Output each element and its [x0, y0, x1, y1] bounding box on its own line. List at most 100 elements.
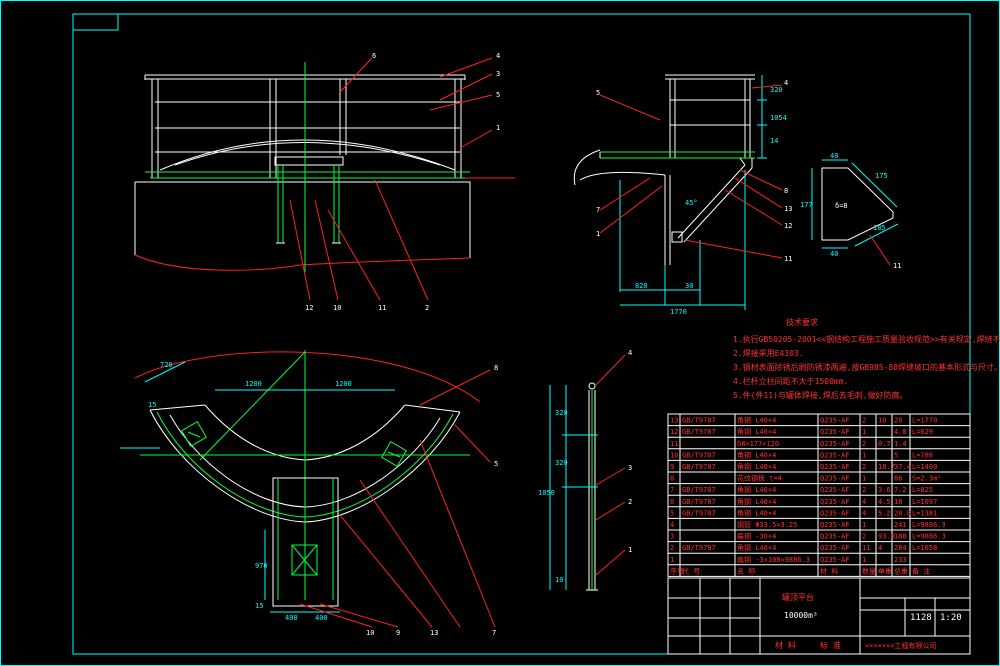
detail-balloon-11: 11 [893, 262, 901, 270]
title-footer-material: 材 料 [775, 640, 796, 650]
bom-cell: 20 [894, 417, 902, 425]
bom-cell: 角钢 L40×4 [737, 508, 776, 517]
bom-row: 12 GB/T9787 角钢 L40×4 Q235-AF 1 4.8 L=629 [670, 427, 933, 436]
detail-dim-175: 175 [875, 172, 888, 180]
bom-cell: 2 [670, 544, 674, 552]
plan-balloon-7: 7 [492, 629, 496, 637]
side-dim-30: 30 [685, 282, 693, 290]
front-balloon-11: 11 [378, 304, 386, 312]
plan-balloon-8: 8 [494, 364, 498, 372]
technical-notes: 技术要求 1.执行GB50205-2001<<钢结构工程施工质量验收规范>>有关… [733, 317, 1000, 400]
side-dim-820: 820 [635, 282, 648, 290]
notes-title: 技术要求 [786, 317, 818, 327]
front-balloon-4: 4 [496, 52, 500, 60]
bom-cell: 5 [670, 509, 674, 517]
side-balloon-4: 4 [784, 79, 788, 87]
bom-cell: 角钢 L40×4 [737, 416, 776, 425]
bom-cell: 10 [670, 451, 678, 459]
front-balloon-5: 5 [496, 91, 500, 99]
bom-cell: 2 [862, 463, 866, 471]
plan-dim-720: 720 [160, 361, 173, 369]
bom-cell: 284 [894, 544, 907, 552]
bom-cell: Q235-AF [820, 451, 850, 459]
title-block: 罐顶平台 10000m³ 1128 1:20 ×××××××工程有限公司 材 料… [667, 577, 971, 655]
rail-dim-10: 10 [555, 576, 563, 584]
bom-row: 10 GB/T9787 角钢 L40×4 Q235-AF 1 5 L=786 [670, 450, 933, 459]
bom-cell: 4 [670, 521, 674, 529]
plan-dim-400-right: 400 [315, 614, 328, 622]
bom-cell: Q235-AF [820, 475, 850, 483]
bom-cell: 2 [862, 417, 866, 425]
bom-cell: 角钢 L40×4 [737, 497, 776, 506]
bom-row: 11 δ8×177×120 Q235-AF 2 0.7 1.4 [670, 440, 907, 448]
bom-cell: Q235-AF [820, 486, 850, 494]
bom-cell: δ8×177×120 [737, 440, 779, 448]
bom-cell: Q235-AF [820, 533, 850, 541]
bom-cell: 1 [862, 428, 866, 436]
bom-cell: 18 [894, 498, 902, 506]
bom-cell: GB/T9787 [682, 417, 716, 425]
bom-cell: 数量 [862, 566, 876, 575]
bom-cell: 6 [670, 498, 674, 506]
plan-balloon-9: 9 [396, 629, 400, 637]
bom-header-row: 序号代 号名 称材 料数量 单重 总重备 注 [670, 566, 930, 575]
bom-cell: 代 号 [682, 566, 700, 575]
bom-cell: 86 [894, 475, 902, 483]
bom-cell: 材 料 [820, 566, 838, 575]
bom-cell: GB/T9787 [682, 509, 716, 517]
front-balloon-2: 2 [425, 304, 429, 312]
bom-cell: 233 [894, 556, 907, 564]
bom-cell: L=1058 [912, 544, 937, 552]
note-2: 2.焊接采用E4303. [733, 348, 804, 358]
note-3: 3.钢材表面除锈后刷防锈漆两遍,按GB985-88焊缝坡口的基本形式与尺寸。 [733, 362, 1000, 372]
bom-cell: GB/T9787 [682, 544, 716, 552]
bom-cell: 扁钢 -30×4 [737, 532, 776, 541]
bom-cell: 1 [862, 556, 866, 564]
side-dim-1054: 1054 [770, 114, 787, 122]
bom-cell: 备 注 [912, 566, 930, 575]
bom-cell: L=786 [912, 451, 933, 459]
detail-dim-40-top: 40 [830, 152, 838, 160]
bom-cell: 总重 [894, 566, 908, 575]
side-dim-320: 320 [770, 86, 783, 94]
bom-cell: 93.8 [878, 533, 895, 541]
bom-cell: 1 [670, 556, 674, 564]
bom-cell: 13 [670, 417, 678, 425]
front-balloon-3: 3 [496, 70, 500, 78]
bom-cell: 7.2 [894, 486, 907, 494]
bom-cell: L=1097 [912, 498, 937, 506]
bom-cell: 9 [670, 463, 674, 471]
side-balloon-12: 12 [784, 222, 792, 230]
bom-cell: 单重 [878, 566, 892, 575]
bom-cell: 188 [894, 533, 907, 541]
bom-cell: 1 [862, 521, 866, 529]
front-balloon-6: 6 [372, 52, 376, 60]
detail-dim-177: 177 [800, 201, 813, 209]
detail-view: 40 175 177 185 40 δ=8 11 [800, 152, 901, 270]
title-footer-standard: 标 准 [820, 640, 841, 650]
bom-row: 6 GB/T9787 角钢 L40×4 Q235-AF 4 4.5 18 L=1097 [670, 497, 937, 506]
bom-cell: 2 [862, 486, 866, 494]
bom-cell: 4 [878, 544, 882, 552]
bom-cell: GB/T9787 [682, 486, 716, 494]
rail-balloon-2: 2 [628, 498, 632, 506]
bom-cell: 名 称 [737, 566, 755, 575]
title-drawing-name: 罐顶平台 [782, 592, 814, 602]
bom-cell: 2 [862, 533, 866, 541]
bill-of-materials: 13 GB/T9787 角钢 L40×4 Q235-AF 2 10 20 L=177012 GB… [667, 413, 971, 577]
bom-row: 13 GB/T9787 角钢 L40×4 Q235-AF 2 10 20 L=1770 [670, 416, 937, 425]
bom-row: 9 GB/T9787 角钢 L40×4 Q235-AF 2 18.7 37.4 L=1400 [670, 462, 937, 471]
bom-cell: Q235-AF [820, 417, 850, 425]
rail-balloon-3: 3 [628, 464, 632, 472]
bom-cell: 1 [862, 475, 866, 483]
bom-cell: 11 [862, 544, 870, 552]
detail-dim-185: 185 [873, 224, 886, 232]
bom-cell: 4 [862, 509, 866, 517]
front-balloon-1: 1 [496, 124, 500, 132]
bom-cell: GB/T9787 [682, 451, 716, 459]
bom-cell: GB/T9787 [682, 463, 716, 471]
bom-cell: 12 [670, 428, 678, 436]
side-balloon-11: 11 [784, 255, 792, 263]
bom-cell: 角钢 L40×4 [737, 462, 776, 471]
bom-cell: Q235-AF [820, 521, 850, 529]
